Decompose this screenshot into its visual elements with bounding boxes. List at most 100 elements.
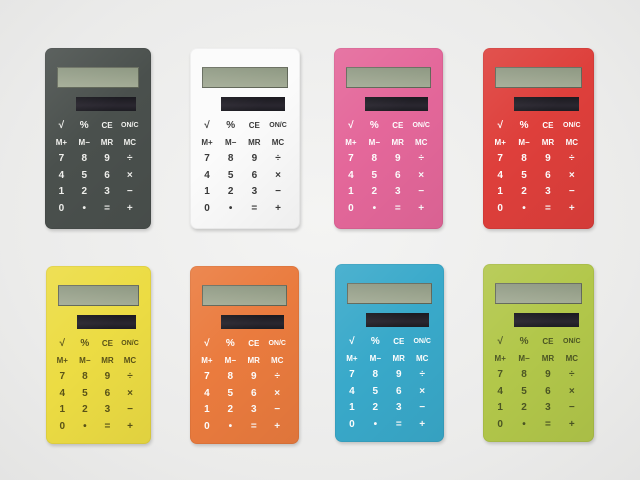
8-key[interactable]: 8 xyxy=(220,151,242,167)
mr-key[interactable]: MR xyxy=(537,351,559,367)
on-c-key[interactable]: ON/C xyxy=(410,118,432,134)
multiply-key[interactable]: × xyxy=(267,168,289,184)
4-key[interactable]: 4 xyxy=(50,168,72,184)
minus-key[interactable]: − xyxy=(267,184,289,200)
6-key[interactable]: 6 xyxy=(96,386,118,402)
3-key[interactable]: 3 xyxy=(96,402,118,418)
mr-key[interactable]: MR xyxy=(388,351,410,367)
equals-key[interactable]: = xyxy=(537,201,559,217)
on-c-key[interactable]: ON/C xyxy=(266,336,288,352)
0-key[interactable]: 0 xyxy=(196,419,218,435)
divide-key[interactable]: ÷ xyxy=(119,369,141,385)
mr-key[interactable]: MR xyxy=(243,353,265,369)
decimal-key[interactable]: • xyxy=(513,201,535,217)
minus-key[interactable]: − xyxy=(119,402,141,418)
m-plus-key[interactable]: M+ xyxy=(489,351,511,367)
equals-key[interactable]: = xyxy=(537,417,559,433)
3-key[interactable]: 3 xyxy=(243,184,265,200)
multiply-key[interactable]: × xyxy=(119,168,141,184)
multiply-key[interactable]: × xyxy=(410,168,432,184)
9-key[interactable]: 9 xyxy=(387,151,409,167)
m-minus-key[interactable]: M− xyxy=(513,351,535,367)
decimal-key[interactable]: • xyxy=(73,201,95,217)
1-key[interactable]: 1 xyxy=(50,184,72,200)
multiply-key[interactable]: × xyxy=(561,168,583,184)
mc-key[interactable]: MC xyxy=(410,135,432,151)
mr-key[interactable]: MR xyxy=(96,135,118,151)
sqrt-key[interactable]: √ xyxy=(196,118,218,134)
sqrt-key[interactable]: √ xyxy=(489,118,511,134)
3-key[interactable]: 3 xyxy=(537,184,559,200)
mc-key[interactable]: MC xyxy=(561,351,583,367)
sqrt-key[interactable]: √ xyxy=(489,334,511,350)
6-key[interactable]: 6 xyxy=(96,168,118,184)
5-key[interactable]: 5 xyxy=(73,168,95,184)
3-key[interactable]: 3 xyxy=(96,184,118,200)
9-key[interactable]: 9 xyxy=(537,367,559,383)
2-key[interactable]: 2 xyxy=(513,184,535,200)
1-key[interactable]: 1 xyxy=(196,402,218,418)
7-key[interactable]: 7 xyxy=(51,369,73,385)
mr-key[interactable]: MR xyxy=(243,135,265,151)
multiply-key[interactable]: × xyxy=(119,386,141,402)
3-key[interactable]: 3 xyxy=(388,400,410,416)
divide-key[interactable]: ÷ xyxy=(266,369,288,385)
sqrt-key[interactable]: √ xyxy=(51,336,73,352)
7-key[interactable]: 7 xyxy=(489,367,511,383)
4-key[interactable]: 4 xyxy=(341,384,363,400)
percent-key[interactable]: % xyxy=(219,336,241,352)
ce-key[interactable]: CE xyxy=(243,118,265,134)
0-key[interactable]: 0 xyxy=(489,201,511,217)
1-key[interactable]: 1 xyxy=(51,402,73,418)
5-key[interactable]: 5 xyxy=(74,386,96,402)
divide-key[interactable]: ÷ xyxy=(411,367,433,383)
mc-key[interactable]: MC xyxy=(561,135,583,151)
1-key[interactable]: 1 xyxy=(489,400,511,416)
1-key[interactable]: 1 xyxy=(340,184,362,200)
divide-key[interactable]: ÷ xyxy=(267,151,289,167)
on-c-key[interactable]: ON/C xyxy=(561,334,583,350)
ce-key[interactable]: CE xyxy=(96,336,118,352)
sqrt-key[interactable]: √ xyxy=(50,118,72,134)
2-key[interactable]: 2 xyxy=(73,184,95,200)
mr-key[interactable]: MR xyxy=(387,135,409,151)
decimal-key[interactable]: • xyxy=(219,419,241,435)
minus-key[interactable]: − xyxy=(119,184,141,200)
decimal-key[interactable]: • xyxy=(364,417,386,433)
plus-key[interactable]: + xyxy=(267,201,289,217)
percent-key[interactable]: % xyxy=(513,118,535,134)
decimal-key[interactable]: • xyxy=(74,419,96,435)
9-key[interactable]: 9 xyxy=(388,367,410,383)
7-key[interactable]: 7 xyxy=(340,151,362,167)
on-c-key[interactable]: ON/C xyxy=(411,334,433,350)
m-plus-key[interactable]: M+ xyxy=(341,351,363,367)
5-key[interactable]: 5 xyxy=(513,168,535,184)
6-key[interactable]: 6 xyxy=(243,386,265,402)
m-minus-key[interactable]: M− xyxy=(74,353,96,369)
9-key[interactable]: 9 xyxy=(96,151,118,167)
3-key[interactable]: 3 xyxy=(537,400,559,416)
plus-key[interactable]: + xyxy=(119,419,141,435)
5-key[interactable]: 5 xyxy=(220,168,242,184)
mc-key[interactable]: MC xyxy=(266,353,288,369)
9-key[interactable]: 9 xyxy=(96,369,118,385)
2-key[interactable]: 2 xyxy=(364,400,386,416)
5-key[interactable]: 5 xyxy=(219,386,241,402)
m-plus-key[interactable]: M+ xyxy=(489,135,511,151)
decimal-key[interactable]: • xyxy=(513,417,535,433)
m-minus-key[interactable]: M− xyxy=(219,353,241,369)
7-key[interactable]: 7 xyxy=(341,367,363,383)
9-key[interactable]: 9 xyxy=(243,369,265,385)
ce-key[interactable]: CE xyxy=(537,334,559,350)
7-key[interactable]: 7 xyxy=(50,151,72,167)
3-key[interactable]: 3 xyxy=(387,184,409,200)
3-key[interactable]: 3 xyxy=(243,402,265,418)
mr-key[interactable]: MR xyxy=(537,135,559,151)
m-minus-key[interactable]: M− xyxy=(513,135,535,151)
8-key[interactable]: 8 xyxy=(364,367,386,383)
7-key[interactable]: 7 xyxy=(196,369,218,385)
mc-key[interactable]: MC xyxy=(119,353,141,369)
6-key[interactable]: 6 xyxy=(388,384,410,400)
plus-key[interactable]: + xyxy=(411,417,433,433)
0-key[interactable]: 0 xyxy=(341,417,363,433)
